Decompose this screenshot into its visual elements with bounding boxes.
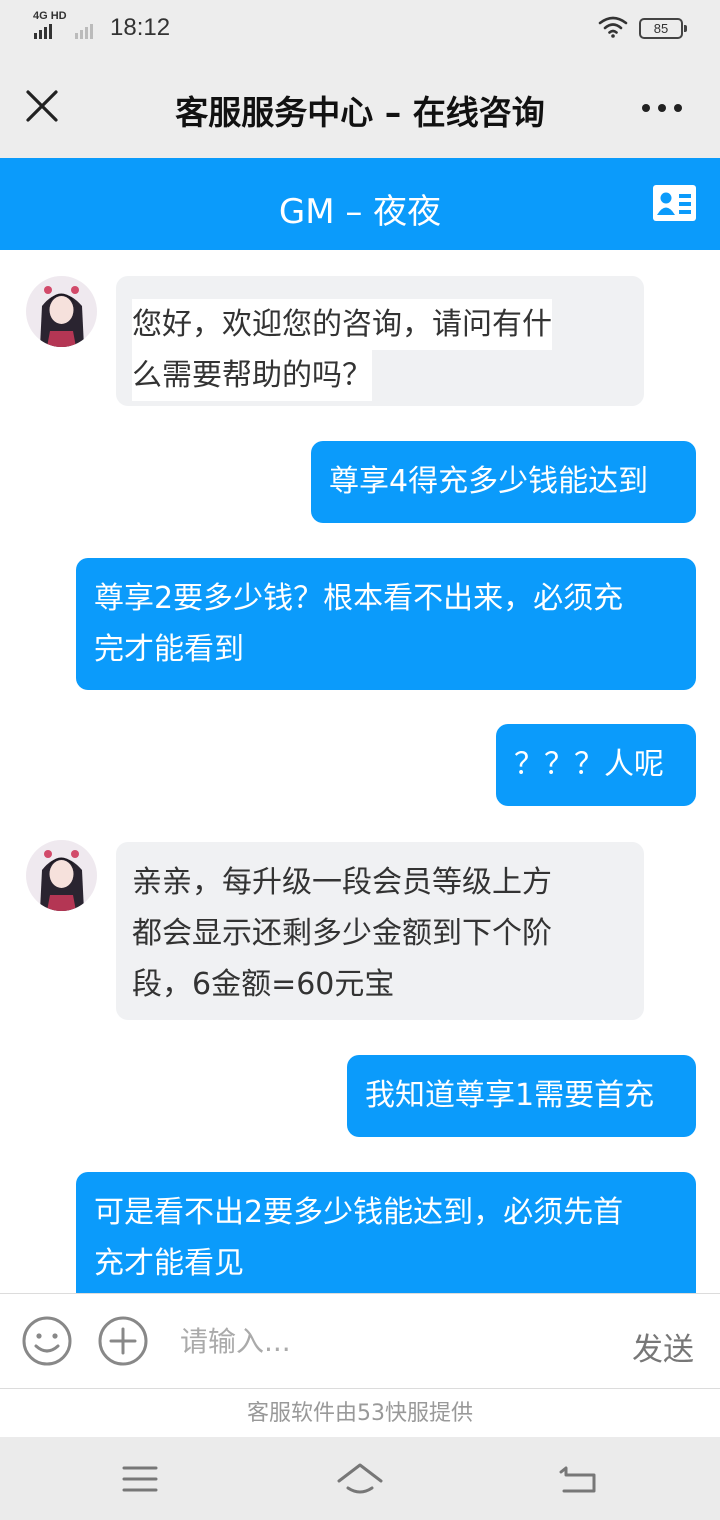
more-icon[interactable] [640,102,684,114]
emoji-icon[interactable] [21,1315,73,1367]
contact-card-icon[interactable] [652,184,697,222]
battery-level: 85 [653,21,669,36]
message-bubble: 您好，欢迎您的咨询，请问有什 么需要帮助的吗？ [116,276,644,406]
status-bar: 4G HD 18:12 85 [0,0,720,58]
message-line: 您好，欢迎您的咨询，请问有什 [132,299,552,350]
battery-icon: 85 [639,18,687,39]
message-line: 都会显示还剩多少金额到下个阶 [132,916,552,951]
message-bubble: 尊享2要多少钱？根本看不出来，必须充 完才能看到 [76,558,696,690]
title-bar: 客服服务中心 – 在线咨询 [0,58,720,158]
agent-avatar [26,276,97,347]
message-line: 完才能看到 [94,632,244,667]
message-line: 么需要帮助的吗？ [132,350,372,401]
message-line: 段，6金额=60元宝 [132,967,395,1002]
message-line: 我知道尊享1需要首充 [365,1078,655,1113]
agent-name: GM – 夜夜 [278,192,442,232]
signal-2-icon [75,24,93,39]
message-input[interactable] [180,1316,600,1366]
plus-icon[interactable] [97,1315,149,1367]
clock: 18:12 [110,14,171,41]
send-button[interactable]: 发送 [632,1324,694,1369]
back-icon[interactable] [558,1459,602,1499]
home-icon[interactable] [336,1459,384,1499]
message-bubble: 尊享4得充多少钱能达到 [311,441,696,523]
wifi-icon [598,16,628,38]
input-bar: 发送 [0,1293,720,1389]
signal-icon [34,24,52,39]
message-line: 尊享2要多少钱？根本看不出来，必须充 [94,581,624,616]
page-title: 客服服务中心 – 在线咨询 [175,93,545,132]
message-line: 尊享4得充多少钱能达到 [329,464,649,499]
powered-by: 客服软件由53快服提供 [0,1390,720,1437]
network-type: 4G HD [33,10,67,22]
message-bubble: ？？？人呢 [496,724,696,806]
message-line: ？？？人呢 [514,747,664,782]
message-line: 亲亲，每升级一段会员等级上方 [132,865,552,900]
agent-header: GM – 夜夜 [0,158,720,250]
system-nav-bar [0,1437,720,1520]
message-bubble: 亲亲，每升级一段会员等级上方 都会显示还剩多少金额到下个阶 段，6金额=60元宝 [116,842,644,1020]
chat-messages[interactable]: 您好，欢迎您的咨询，请问有什 么需要帮助的吗？ 尊享4得充多少钱能达到 尊享2要… [0,250,720,1293]
message-bubble: 我知道尊享1需要首充 [347,1055,696,1137]
message-line: 充才能看见 [94,1246,244,1281]
agent-avatar [26,840,97,911]
menu-icon[interactable] [118,1459,162,1499]
message-line: 可是看不出2要多少钱能达到，必须先首 [94,1195,624,1230]
message-bubble: 可是看不出2要多少钱能达到，必须先首 充才能看见 [76,1172,696,1293]
